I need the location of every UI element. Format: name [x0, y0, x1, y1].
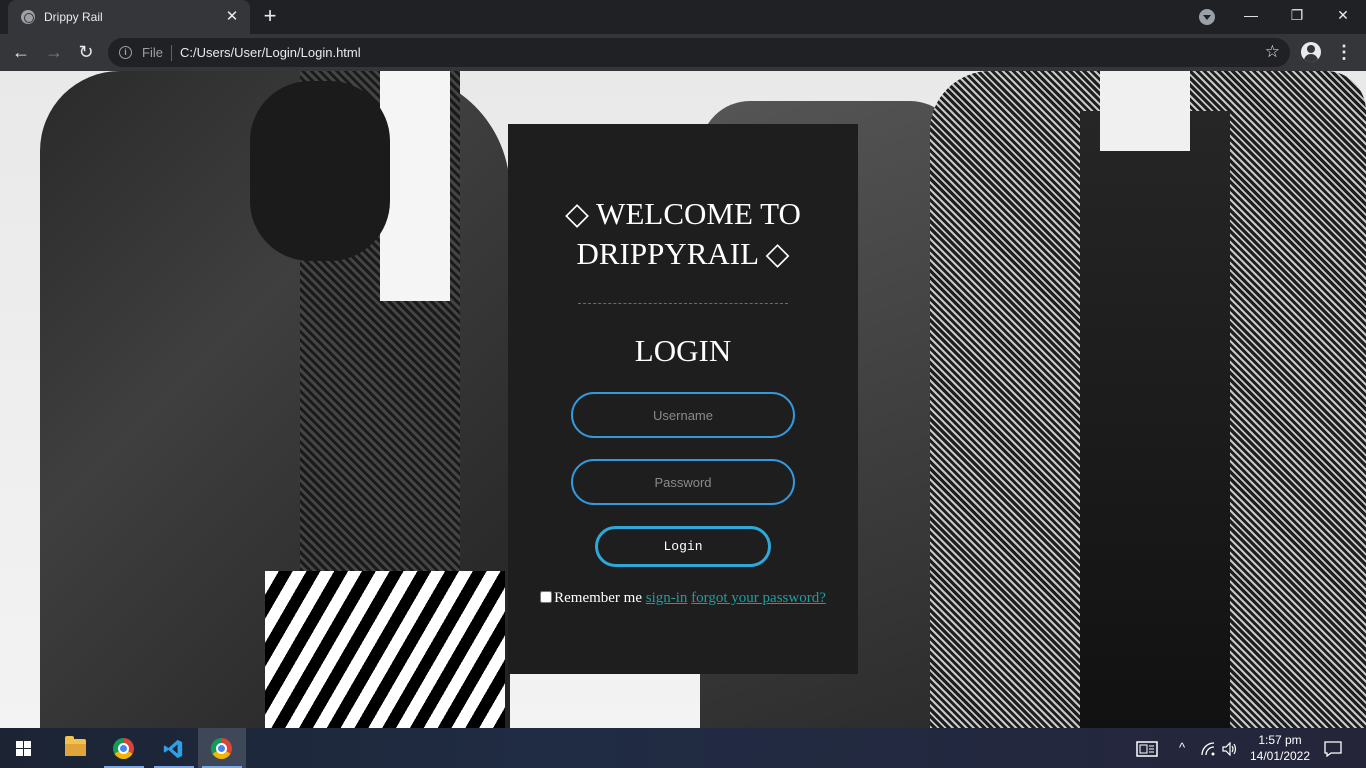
- scheme-label: File: [142, 45, 163, 60]
- vscode-icon: [163, 739, 183, 759]
- tray-chevron-icon[interactable]: ^: [1172, 728, 1192, 768]
- address-bar[interactable]: i File C:/Users/User/Login/Login.html ☆: [108, 38, 1290, 67]
- remember-me-label: Remember me: [554, 590, 642, 606]
- clock-date: 14/01/2022: [1249, 749, 1311, 763]
- background-photo-detail: [265, 571, 505, 728]
- sign-in-link[interactable]: sign-in: [646, 590, 688, 606]
- login-heading: LOGIN: [634, 333, 732, 368]
- url-text[interactable]: C:/Users/User/Login/Login.html: [180, 45, 361, 60]
- folder-icon: [65, 736, 86, 756]
- close-window-button[interactable]: ✕: [1320, 0, 1366, 32]
- reload-button[interactable]: ↻: [73, 39, 99, 65]
- start-button[interactable]: [0, 728, 48, 768]
- chrome-active-taskbar-button[interactable]: [198, 728, 246, 768]
- browser-tab-strip: Drippy Rail ✕ + — ❐ ✕: [0, 0, 1366, 34]
- tab-search-icon[interactable]: [1199, 9, 1215, 25]
- bookmark-star-icon[interactable]: ☆: [1265, 42, 1280, 62]
- forgot-password-link[interactable]: forgot your password?: [691, 590, 826, 606]
- omnibox-separator: [171, 45, 172, 61]
- chrome-taskbar-button[interactable]: [100, 728, 148, 768]
- browser-toolbar: ← → ↻ i File C:/Users/User/Login/Login.h…: [0, 34, 1366, 71]
- back-button[interactable]: ←: [8, 39, 34, 65]
- restore-button[interactable]: ❐: [1274, 0, 1320, 32]
- remember-me-checkbox[interactable]: [540, 591, 553, 603]
- network-icon[interactable]: [1198, 728, 1218, 768]
- divider: [578, 303, 788, 304]
- clock-time: 1:57 pm: [1258, 733, 1302, 747]
- chrome-icon: [211, 738, 232, 759]
- background-photo-detail: [250, 81, 390, 261]
- windows-logo-icon: [16, 741, 31, 756]
- menu-icon[interactable]: ⋮: [1334, 40, 1354, 64]
- background-photo-detail: [1100, 71, 1190, 151]
- welcome-heading: ◇ WELCOME TO DRIPPYRAIL ◇: [565, 196, 801, 271]
- profile-avatar-icon[interactable]: [1301, 42, 1321, 62]
- browser-tab[interactable]: Drippy Rail ✕: [8, 0, 250, 34]
- globe-icon: [21, 10, 35, 24]
- info-icon[interactable]: i: [119, 46, 132, 59]
- minimize-button[interactable]: —: [1228, 0, 1274, 32]
- vscode-taskbar-button[interactable]: [150, 728, 198, 768]
- notification-icon[interactable]: [1322, 728, 1344, 768]
- username-input[interactable]: [571, 392, 795, 438]
- tab-close-icon[interactable]: ✕: [222, 7, 242, 27]
- new-tab-button[interactable]: +: [258, 5, 282, 29]
- tab-title: Drippy Rail: [44, 10, 103, 24]
- windows-taskbar: ^ 1:57 pm 14/01/2022: [0, 728, 1366, 768]
- background-photo-detail: [380, 71, 450, 301]
- remember-row: Remember me sign-in forgot your password…: [538, 589, 828, 607]
- login-card: ◇ WELCOME TO DRIPPYRAIL ◇ LOGIN Login Re…: [508, 124, 858, 674]
- background-photo-detail: [1080, 111, 1230, 728]
- forward-button[interactable]: →: [41, 39, 67, 65]
- chrome-icon: [113, 738, 134, 759]
- login-button[interactable]: Login: [595, 526, 771, 567]
- password-input[interactable]: [571, 459, 795, 505]
- volume-icon[interactable]: [1220, 728, 1240, 768]
- system-clock[interactable]: 1:57 pm 14/01/2022: [1240, 732, 1320, 764]
- file-explorer-button[interactable]: [50, 728, 98, 768]
- news-widget-icon[interactable]: [1134, 728, 1160, 768]
